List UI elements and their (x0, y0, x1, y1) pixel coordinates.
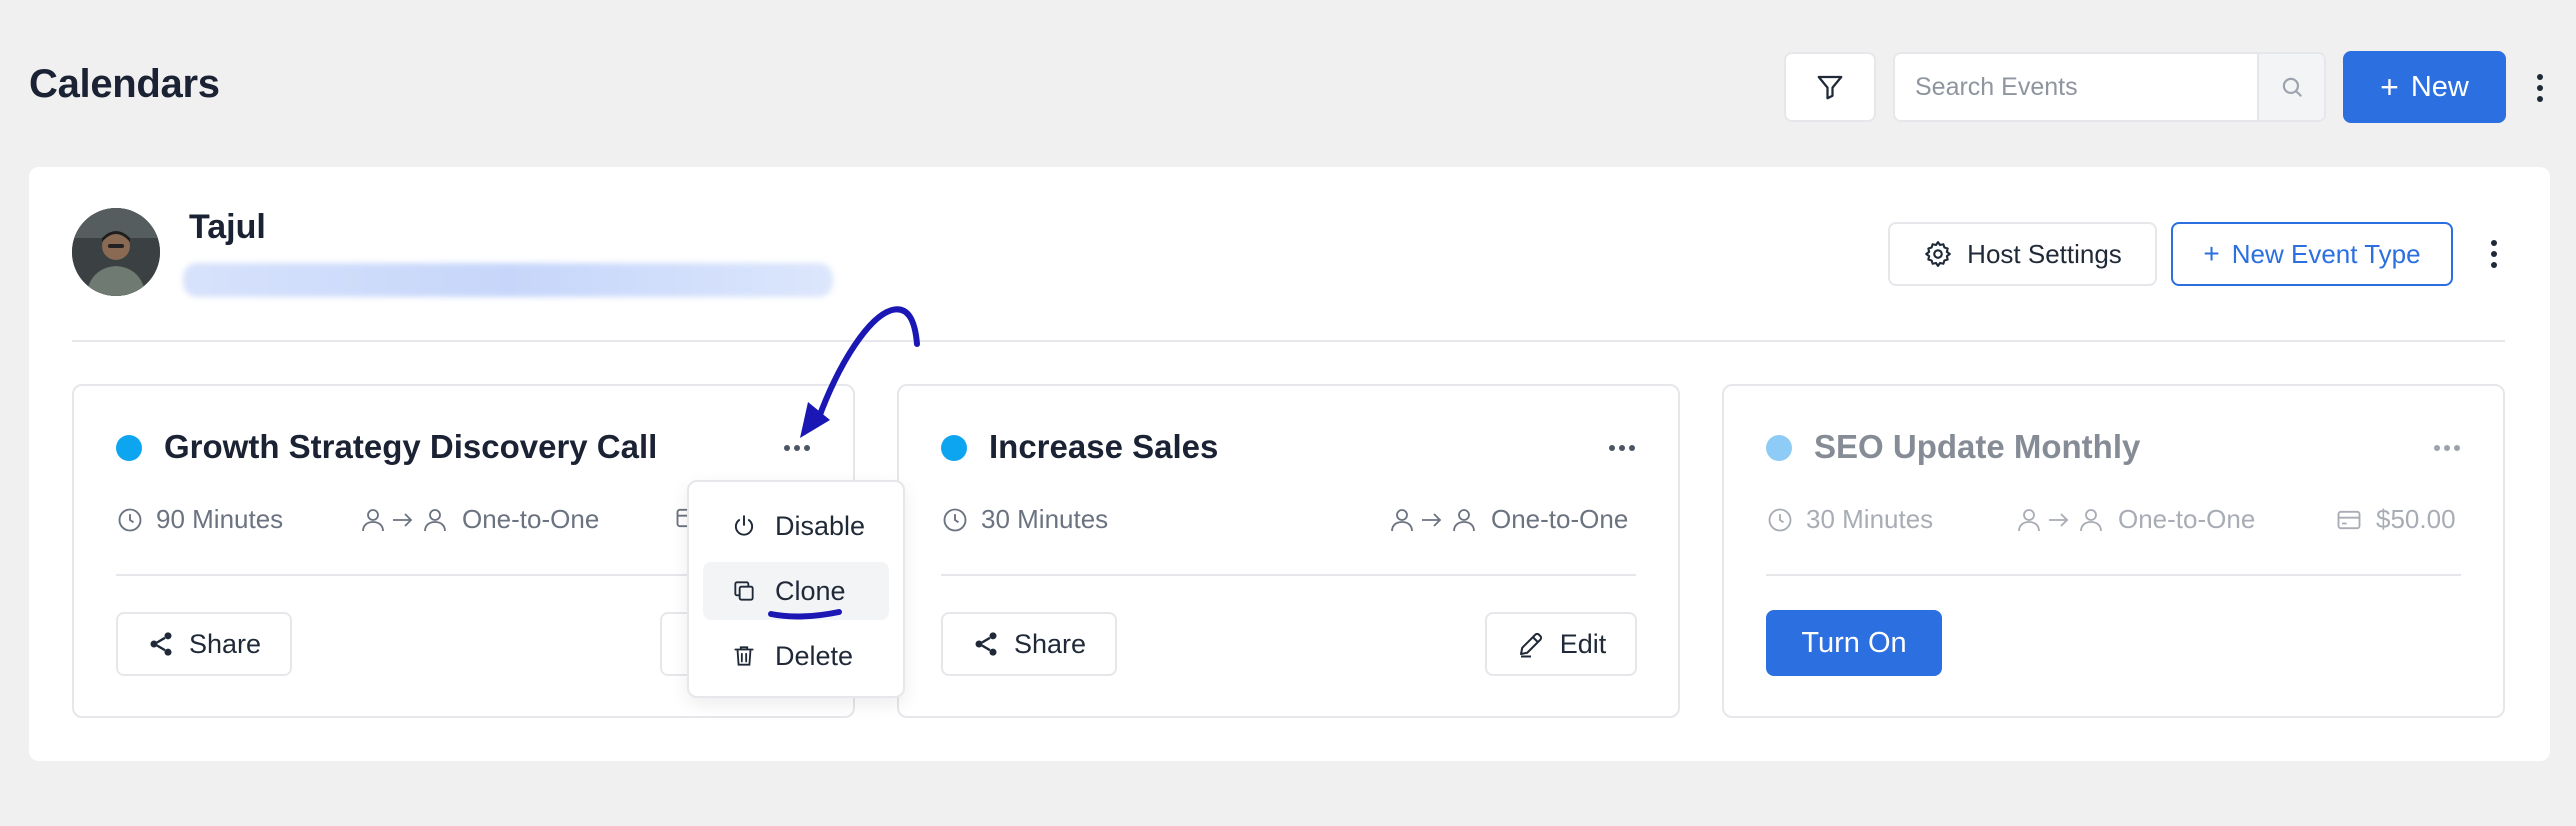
share-button[interactable]: Share (116, 612, 292, 676)
event-title: Growth Strategy Discovery Call (164, 428, 658, 465)
share-label: Share (188, 628, 262, 659)
event-type-label: One-to-One (1491, 504, 1629, 534)
new-button-label: New (2410, 70, 2469, 103)
one-to-one-icon (2016, 506, 2106, 534)
event-type-label: One-to-One (462, 504, 600, 534)
event-type: One-to-One (1389, 504, 1628, 535)
menu-item-delete[interactable]: Delete (703, 627, 889, 685)
event-duration-label: 90 Minutes (156, 504, 284, 534)
share-icon (972, 630, 1000, 658)
event-type-label: One-to-One (2118, 504, 2256, 534)
event-duration: 90 Minutes (116, 504, 283, 535)
pencil-icon (1516, 629, 1546, 659)
search-button[interactable] (2257, 54, 2324, 120)
event-options-dropdown: Disable Clone Delete (687, 480, 905, 698)
event-card-increase-sales: Increase Sales 30 Minutes One-to-One Sha… (897, 384, 1680, 718)
clock-icon (1766, 506, 1794, 534)
menu-item-disable[interactable]: Disable (703, 497, 889, 555)
avatar (72, 208, 160, 296)
event-more-options-icon[interactable] (780, 438, 814, 458)
event-duration-label: 30 Minutes (981, 504, 1109, 534)
plus-icon: + (2203, 238, 2220, 269)
new-event-type-label: New Event Type (2231, 238, 2421, 269)
host-more-options-icon[interactable] (2482, 234, 2506, 274)
filter-button[interactable] (1784, 52, 1876, 122)
copy-icon (731, 578, 757, 604)
event-price: $50.00 (2334, 504, 2456, 535)
search-input[interactable] (1895, 54, 2257, 120)
one-to-one-icon (1389, 506, 1479, 534)
event-type: One-to-One (2016, 504, 2255, 535)
menu-item-label: Delete (775, 640, 854, 671)
status-dot (941, 435, 967, 461)
card-divider (941, 574, 1636, 576)
credit-card-icon (2334, 506, 2364, 534)
event-title: Increase Sales (989, 428, 1219, 465)
menu-item-label: Clone (775, 575, 846, 606)
edit-label: Edit (1559, 628, 1607, 659)
page-more-options-icon[interactable] (2528, 68, 2552, 108)
event-more-options-icon[interactable] (1605, 438, 1639, 458)
event-type: One-to-One (360, 504, 599, 535)
event-duration: 30 Minutes (1766, 504, 1933, 535)
turn-on-button[interactable]: Turn On (1766, 610, 1942, 676)
edit-button[interactable]: Edit (1485, 612, 1637, 676)
event-card-seo-update: SEO Update Monthly 30 Minutes One-to-One… (1722, 384, 2505, 718)
gear-icon (1923, 239, 1953, 269)
status-dot (116, 435, 142, 461)
new-button[interactable]: + New (2343, 51, 2506, 123)
menu-item-label: Disable (775, 510, 866, 541)
host-settings-button[interactable]: Host Settings (1888, 222, 2157, 286)
filter-icon (1815, 72, 1845, 102)
search-icon (2279, 74, 2305, 100)
share-icon (147, 630, 175, 658)
trash-icon (731, 643, 757, 669)
menu-item-clone[interactable]: Clone (703, 562, 889, 620)
status-dot (1766, 435, 1792, 461)
clock-icon (116, 506, 144, 534)
clock-icon (941, 506, 969, 534)
search-bar (1893, 52, 2326, 122)
event-title: SEO Update Monthly (1814, 428, 2141, 465)
page-title: Calendars (29, 62, 220, 106)
power-icon (731, 513, 757, 539)
host-email-blurred (183, 263, 833, 297)
host-settings-label: Host Settings (1967, 238, 2122, 269)
share-label: Share (1013, 628, 1087, 659)
new-event-type-button[interactable]: + New Event Type (2171, 222, 2453, 286)
card-divider (1766, 574, 2461, 576)
plus-icon: + (2380, 69, 2399, 105)
one-to-one-icon (360, 506, 450, 534)
panel-divider (72, 340, 2505, 342)
event-more-options-icon[interactable] (2430, 438, 2464, 458)
share-button[interactable]: Share (941, 612, 1117, 676)
event-duration-label: 30 Minutes (1806, 504, 1934, 534)
event-price-label: $50.00 (2376, 504, 2456, 534)
host-name: Tajul (189, 208, 266, 246)
event-duration: 30 Minutes (941, 504, 1108, 535)
